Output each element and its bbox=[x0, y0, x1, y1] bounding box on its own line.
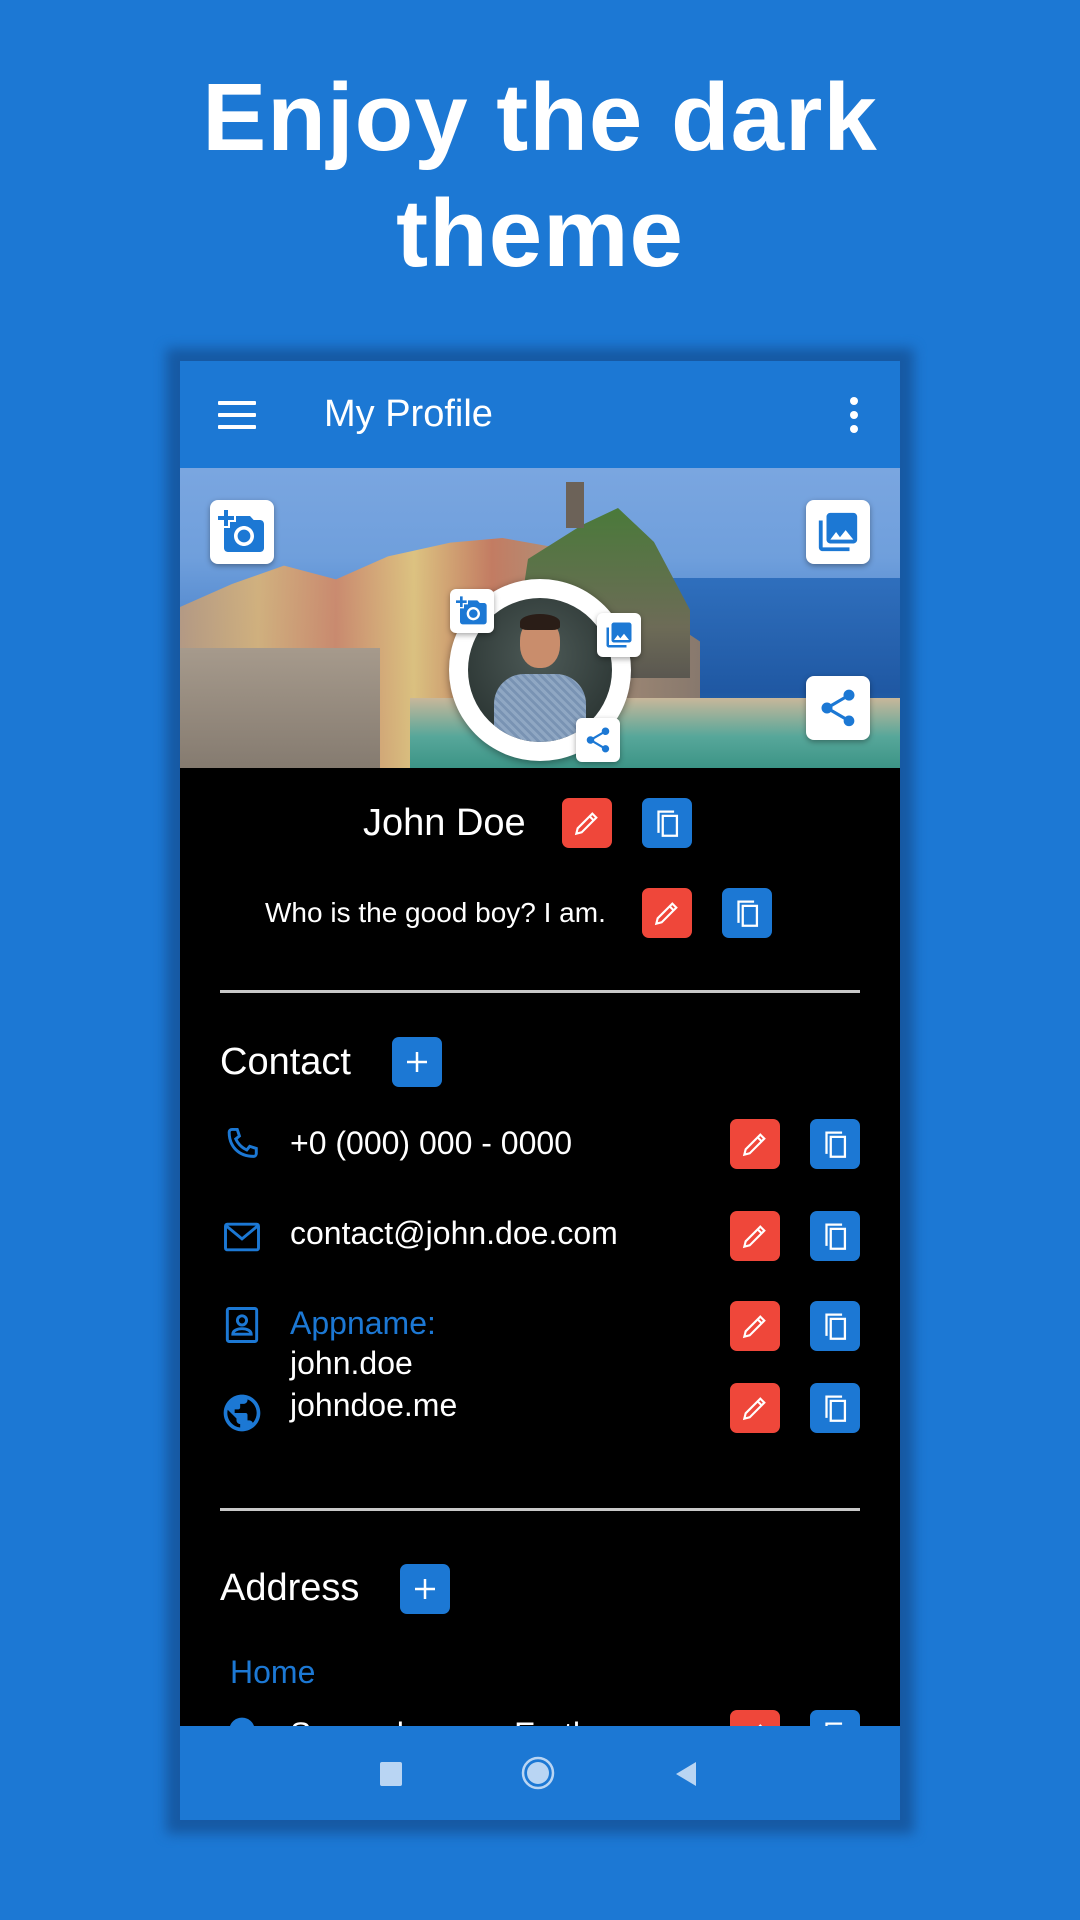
avatar-share-button[interactable] bbox=[576, 718, 620, 762]
photo-library-icon bbox=[818, 512, 858, 552]
copy-icon bbox=[825, 1223, 847, 1250]
cover-banner bbox=[180, 468, 900, 768]
edit-bio-button[interactable] bbox=[641, 888, 692, 938]
copy-bio-button[interactable] bbox=[721, 888, 772, 938]
cover-image-church bbox=[180, 648, 380, 768]
edit-name-button[interactable] bbox=[561, 798, 612, 848]
appname-text[interactable]: Appname: john.doe bbox=[290, 1303, 436, 1383]
system-nav-bar bbox=[180, 1726, 900, 1820]
avatar-gallery-button[interactable] bbox=[597, 613, 641, 657]
bio-row: Who is the good boy? I am. bbox=[265, 888, 772, 938]
more-vert-icon[interactable] bbox=[844, 395, 864, 435]
app-bar: My Profile bbox=[180, 361, 900, 468]
share-icon bbox=[821, 689, 855, 727]
copy-icon bbox=[825, 1313, 847, 1340]
promo-headline-line1: Enjoy the dark bbox=[202, 64, 878, 171]
copy-icon bbox=[825, 1131, 847, 1158]
divider bbox=[220, 1508, 860, 1511]
cover-image-tower bbox=[566, 482, 584, 528]
profile-bio: Who is the good boy? I am. bbox=[265, 897, 606, 928]
edit-website-button[interactable] bbox=[730, 1383, 780, 1433]
add-a-photo-icon bbox=[218, 510, 264, 552]
address-section-title: Address bbox=[220, 1567, 360, 1609]
avatar-photo-shirt bbox=[494, 674, 586, 742]
plus-icon bbox=[407, 1052, 427, 1072]
phone-icon bbox=[227, 1127, 258, 1158]
name-row: John Doe bbox=[363, 798, 692, 848]
add-address-button[interactable] bbox=[400, 1564, 450, 1614]
pencil-icon bbox=[742, 1225, 766, 1249]
add-a-photo-icon bbox=[456, 596, 487, 625]
edit-appname-button[interactable] bbox=[730, 1301, 780, 1351]
cover-share-button[interactable] bbox=[806, 676, 870, 740]
app-title: My Profile bbox=[324, 393, 493, 435]
promo-headline: Enjoy the dark theme bbox=[0, 60, 1080, 292]
copy-appname-button[interactable] bbox=[810, 1301, 860, 1351]
profile-name: John Doe bbox=[363, 802, 526, 844]
copy-icon bbox=[657, 810, 678, 837]
email-icon bbox=[224, 1222, 260, 1252]
website-value[interactable]: johndoe.me bbox=[290, 1385, 457, 1425]
phone-screen: My Profile John Doe Who is the good boy?… bbox=[180, 361, 900, 1820]
copy-email-button[interactable] bbox=[810, 1211, 860, 1261]
hamburger-menu-icon[interactable] bbox=[218, 401, 256, 429]
phone-value[interactable]: +0 (000) 000 - 0000 bbox=[290, 1123, 572, 1163]
copy-name-button[interactable] bbox=[641, 798, 692, 848]
share-icon bbox=[586, 727, 610, 753]
pencil-icon bbox=[742, 1133, 766, 1157]
home-circle-icon[interactable] bbox=[521, 1756, 555, 1790]
copy-icon bbox=[737, 900, 758, 927]
pencil-icon bbox=[654, 902, 678, 926]
cover-add-photo-button[interactable] bbox=[210, 500, 274, 564]
recents-square-icon[interactable] bbox=[380, 1762, 402, 1786]
avatar-photo-hair bbox=[520, 614, 560, 630]
pencil-icon bbox=[742, 1397, 766, 1421]
copy-icon bbox=[825, 1395, 847, 1422]
contact-section-title: Contact bbox=[220, 1041, 351, 1083]
appname-value: john.doe bbox=[290, 1345, 413, 1381]
divider bbox=[220, 990, 860, 993]
appname-label: Appname: bbox=[290, 1305, 436, 1341]
pencil-icon bbox=[574, 812, 598, 836]
add-contact-button[interactable] bbox=[392, 1037, 442, 1087]
photo-library-icon bbox=[606, 622, 632, 648]
edit-email-button[interactable] bbox=[730, 1211, 780, 1261]
edit-phone-button[interactable] bbox=[730, 1119, 780, 1169]
plus-icon bbox=[415, 1579, 435, 1599]
email-value[interactable]: contact@john.doe.com bbox=[290, 1213, 618, 1253]
copy-website-button[interactable] bbox=[810, 1383, 860, 1433]
promo-headline-line2: theme bbox=[396, 180, 684, 287]
copy-phone-button[interactable] bbox=[810, 1119, 860, 1169]
back-triangle-icon[interactable] bbox=[674, 1760, 698, 1788]
pencil-icon bbox=[742, 1315, 766, 1339]
contact-card-icon bbox=[225, 1307, 259, 1343]
cover-gallery-button[interactable] bbox=[806, 500, 870, 564]
avatar-add-photo-button[interactable] bbox=[450, 589, 494, 633]
address-group-label: Home bbox=[230, 1654, 316, 1690]
globe-icon bbox=[223, 1394, 261, 1432]
